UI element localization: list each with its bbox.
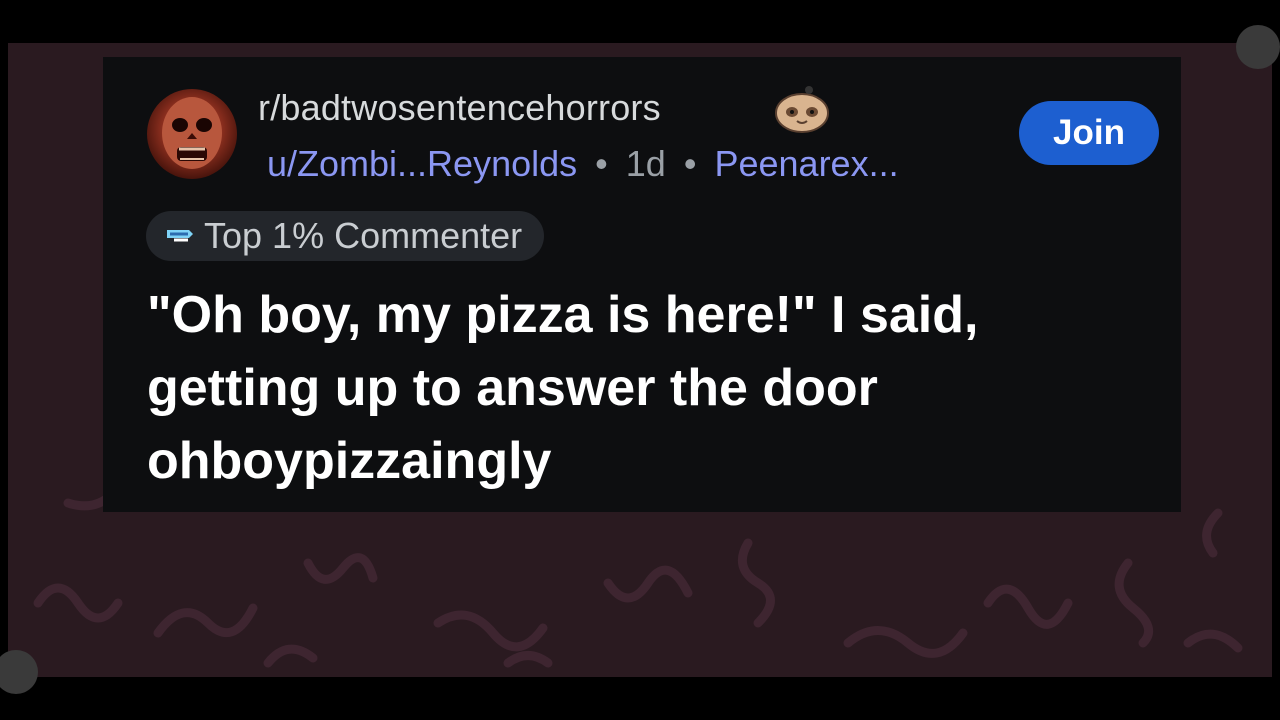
author-link[interactable]: u/Zombi...Reynolds xyxy=(267,143,577,184)
join-button[interactable]: Join xyxy=(1019,101,1159,165)
top-commenter-badge: Top 1% Commenter xyxy=(146,211,545,261)
reddit-post-card[interactable]: r/badtwosentencehorrors u/Zombi...Reynol… xyxy=(103,57,1181,512)
sloth-icon xyxy=(773,83,831,135)
badge-label: Top 1% Commenter xyxy=(204,215,523,256)
subreddit-name[interactable]: r/badtwosentencehorrors xyxy=(258,87,661,129)
post-text: "Oh boy, my pizza is here!" I said, gett… xyxy=(147,286,979,490)
corner-dot xyxy=(1236,25,1280,69)
post-meta: u/Zombi...Reynolds • 1d • Peenarex... xyxy=(267,143,899,185)
separator-dot: • xyxy=(595,143,608,184)
separator-dot: • xyxy=(683,143,697,184)
user-flair[interactable]: Peenarex... xyxy=(714,143,898,184)
zombie-avatar-icon[interactable] xyxy=(147,89,237,179)
post-age: 1d xyxy=(625,143,666,184)
top-commenter-icon xyxy=(164,222,196,251)
corner-dot xyxy=(0,650,38,694)
video-frame: r/badtwosentencehorrors u/Zombi...Reynol… xyxy=(0,0,1280,720)
